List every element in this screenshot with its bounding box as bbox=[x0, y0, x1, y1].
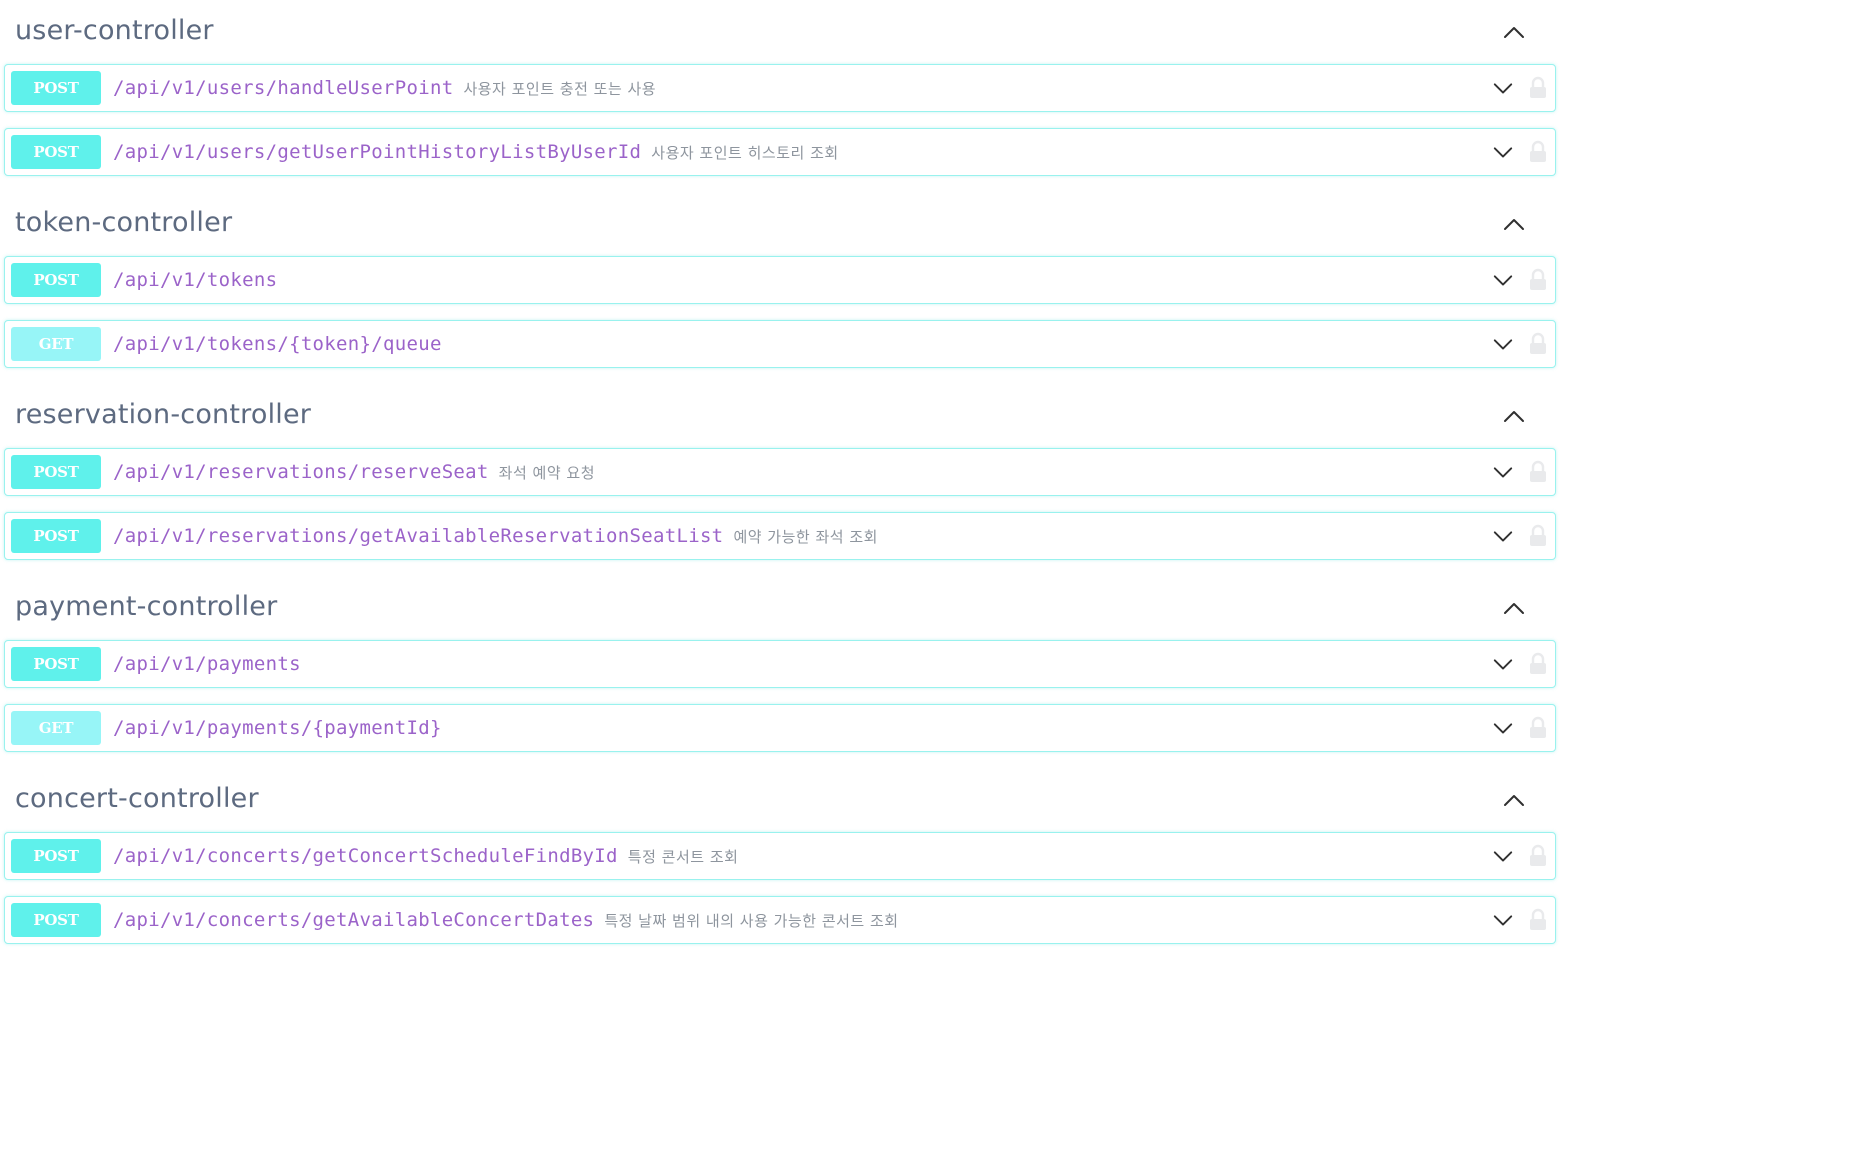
lock-icon[interactable] bbox=[1528, 268, 1548, 292]
section-title[interactable]: user-controller bbox=[15, 14, 214, 48]
endpoint-path[interactable]: /api/v1/reservations/getAvailableReserva… bbox=[113, 524, 878, 549]
endpoint-path-text: /api/v1/tokens bbox=[113, 269, 278, 291]
endpoint-path[interactable]: /api/v1/concerts/getAvailableConcertDate… bbox=[113, 908, 899, 933]
section-title[interactable]: concert-controller bbox=[15, 782, 259, 816]
section-header[interactable]: user-controller bbox=[0, 0, 1560, 64]
method-badge: GET bbox=[11, 711, 101, 745]
chevron-down-icon[interactable] bbox=[1492, 845, 1514, 867]
lock-icon[interactable] bbox=[1528, 76, 1548, 100]
endpoint-path-text: /api/v1/users/getUserPointHistoryListByU… bbox=[113, 141, 642, 163]
endpoint-path[interactable]: /api/v1/concerts/getConcertScheduleFindB… bbox=[113, 844, 738, 869]
chevron-down-icon[interactable] bbox=[1492, 461, 1514, 483]
method-badge: POST bbox=[11, 903, 101, 937]
controller-section: payment-controller POST/api/v1/payments GE… bbox=[0, 576, 1560, 752]
method-badge: GET bbox=[11, 327, 101, 361]
chevron-down-icon[interactable] bbox=[1492, 525, 1514, 547]
chevron-up-icon[interactable] bbox=[1502, 20, 1526, 44]
chevron-up-icon[interactable] bbox=[1502, 212, 1526, 236]
chevron-up-icon[interactable] bbox=[1502, 404, 1526, 428]
controller-section: concert-controller POST/api/v1/concerts/g… bbox=[0, 768, 1560, 944]
lock-icon[interactable] bbox=[1528, 140, 1548, 164]
endpoint-summary: 좌석 예약 요청 bbox=[498, 464, 595, 482]
endpoint-path-text: /api/v1/users/handleUserPoint bbox=[113, 77, 454, 99]
lock-icon[interactable] bbox=[1528, 716, 1548, 740]
controller-section: user-controller POST/api/v1/users/handleU… bbox=[0, 0, 1560, 176]
section-header[interactable]: reservation-controller bbox=[0, 384, 1560, 448]
endpoint-summary: 사용자 포인트 충전 또는 사용 bbox=[463, 80, 657, 98]
endpoint-path-text: /api/v1/payments/{paymentId} bbox=[113, 717, 442, 739]
method-badge: POST bbox=[11, 135, 101, 169]
lock-icon[interactable] bbox=[1528, 524, 1548, 548]
operation-row[interactable]: POST/api/v1/payments bbox=[4, 640, 1556, 688]
operation-row[interactable]: POST/api/v1/reservations/reserveSeat 좌석 예… bbox=[4, 448, 1556, 496]
endpoint-summary: 사용자 포인트 히스토리 조회 bbox=[651, 144, 839, 162]
controller-section: token-controller POST/api/v1/tokens GET/ap… bbox=[0, 192, 1560, 368]
chevron-down-icon[interactable] bbox=[1492, 333, 1514, 355]
endpoint-path-text: /api/v1/reservations/reserveSeat bbox=[113, 461, 489, 483]
lock-icon[interactable] bbox=[1528, 908, 1548, 932]
lock-icon[interactable] bbox=[1528, 460, 1548, 484]
chevron-up-icon[interactable] bbox=[1502, 596, 1526, 620]
endpoint-path-text: /api/v1/concerts/getAvailableConcertDate… bbox=[113, 909, 595, 931]
chevron-down-icon[interactable] bbox=[1492, 141, 1514, 163]
operation-row[interactable]: POST/api/v1/users/getUserPointHistoryLis… bbox=[4, 128, 1556, 176]
method-badge: POST bbox=[11, 71, 101, 105]
chevron-down-icon[interactable] bbox=[1492, 717, 1514, 739]
controller-section: reservation-controller POST/api/v1/reserv… bbox=[0, 384, 1560, 560]
operation-row[interactable]: POST/api/v1/reservations/getAvailableRes… bbox=[4, 512, 1556, 560]
endpoint-path[interactable]: /api/v1/reservations/reserveSeat 좌석 예약 요청 bbox=[113, 460, 595, 485]
lock-icon[interactable] bbox=[1528, 652, 1548, 676]
endpoint-path[interactable]: /api/v1/tokens bbox=[113, 268, 277, 292]
section-title[interactable]: token-controller bbox=[15, 206, 232, 240]
endpoint-path-text: /api/v1/tokens/{token}/queue bbox=[113, 333, 442, 355]
lock-icon[interactable] bbox=[1528, 844, 1548, 868]
section-title[interactable]: payment-controller bbox=[15, 590, 277, 624]
section-header[interactable]: payment-controller bbox=[0, 576, 1560, 640]
endpoint-summary: 예약 가능한 좌석 조회 bbox=[733, 528, 878, 546]
operation-row[interactable]: POST/api/v1/concerts/getAvailableConcert… bbox=[4, 896, 1556, 944]
operation-row[interactable]: POST/api/v1/concerts/getConcertScheduleF… bbox=[4, 832, 1556, 880]
swagger-operations-list: user-controller POST/api/v1/users/handleU… bbox=[0, 0, 1560, 960]
endpoint-path[interactable]: /api/v1/tokens/{token}/queue bbox=[113, 332, 442, 356]
endpoint-path[interactable]: /api/v1/payments bbox=[113, 652, 301, 676]
chevron-down-icon[interactable] bbox=[1492, 909, 1514, 931]
endpoint-path[interactable]: /api/v1/users/getUserPointHistoryListByU… bbox=[113, 140, 839, 165]
chevron-down-icon[interactable] bbox=[1492, 269, 1514, 291]
endpoint-path[interactable]: /api/v1/users/handleUserPoint 사용자 포인트 충전 … bbox=[113, 76, 656, 101]
chevron-down-icon[interactable] bbox=[1492, 77, 1514, 99]
method-badge: POST bbox=[11, 455, 101, 489]
endpoint-path-text: /api/v1/payments bbox=[113, 653, 301, 675]
endpoint-summary: 특정 콘서트 조회 bbox=[627, 848, 739, 866]
method-badge: POST bbox=[11, 263, 101, 297]
chevron-up-icon[interactable] bbox=[1502, 788, 1526, 812]
section-title[interactable]: reservation-controller bbox=[15, 398, 311, 432]
section-header[interactable]: concert-controller bbox=[0, 768, 1560, 832]
method-badge: POST bbox=[11, 647, 101, 681]
endpoint-path-text: /api/v1/concerts/getConcertScheduleFindB… bbox=[113, 845, 618, 867]
operation-row[interactable]: GET/api/v1/tokens/{token}/queue bbox=[4, 320, 1556, 368]
method-badge: POST bbox=[11, 519, 101, 553]
operation-row[interactable]: GET/api/v1/payments/{paymentId} bbox=[4, 704, 1556, 752]
lock-icon[interactable] bbox=[1528, 332, 1548, 356]
endpoint-path-text: /api/v1/reservations/getAvailableReserva… bbox=[113, 525, 724, 547]
endpoint-summary: 특정 날짜 범위 내의 사용 가능한 콘서트 조회 bbox=[604, 912, 899, 930]
chevron-down-icon[interactable] bbox=[1492, 653, 1514, 675]
operation-row[interactable]: POST/api/v1/tokens bbox=[4, 256, 1556, 304]
method-badge: POST bbox=[11, 839, 101, 873]
operation-row[interactable]: POST/api/v1/users/handleUserPoint 사용자 포인트… bbox=[4, 64, 1556, 112]
section-header[interactable]: token-controller bbox=[0, 192, 1560, 256]
endpoint-path[interactable]: /api/v1/payments/{paymentId} bbox=[113, 716, 442, 740]
